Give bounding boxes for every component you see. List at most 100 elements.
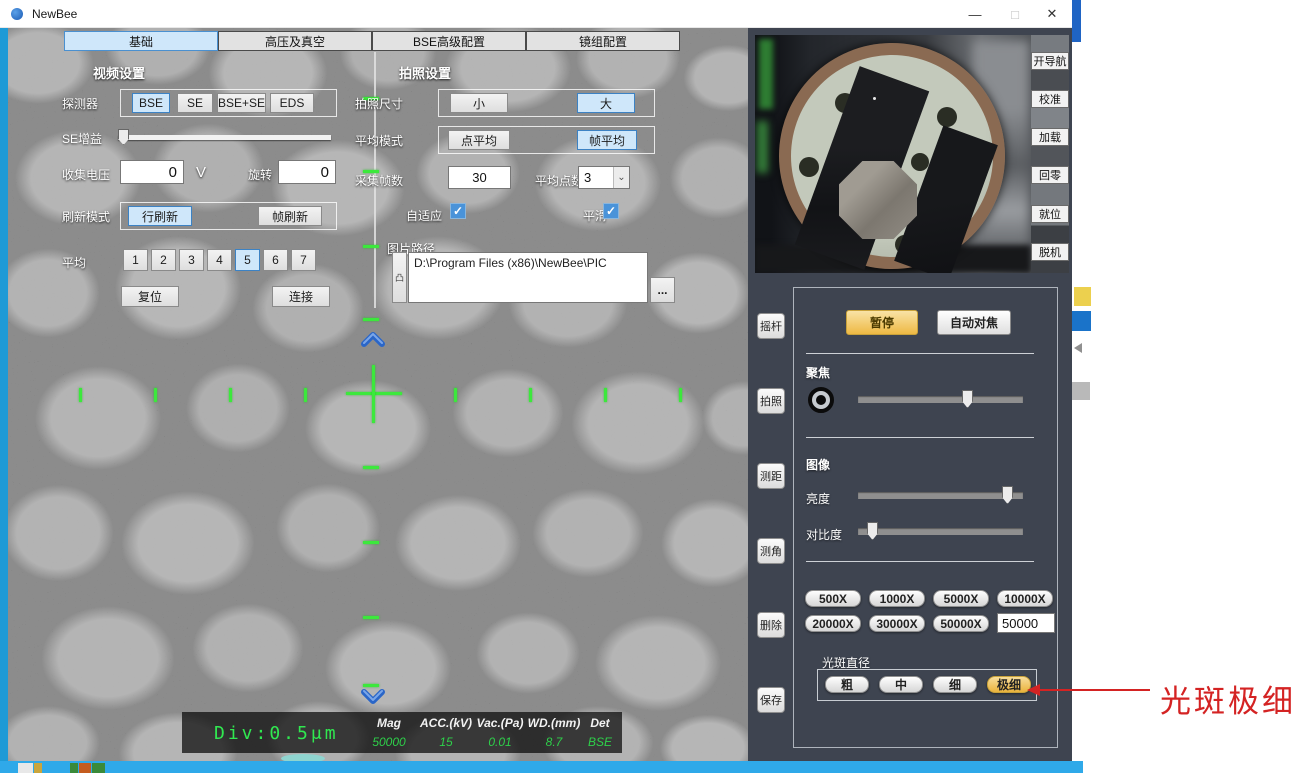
rotation-input[interactable] bbox=[278, 160, 336, 184]
connect-button[interactable]: 连接 bbox=[272, 286, 330, 307]
taskbar-icon[interactable] bbox=[70, 763, 78, 773]
detector-bse-se-button[interactable]: BSE+SE bbox=[217, 93, 266, 113]
capture-button[interactable]: 拍照 bbox=[757, 388, 785, 414]
stage-calibrate-button[interactable]: 校准 bbox=[1031, 90, 1069, 108]
refresh-frame-button[interactable]: 帧刷新 bbox=[258, 206, 322, 226]
reset-button[interactable]: 复位 bbox=[121, 286, 179, 307]
taskbar-icon[interactable] bbox=[79, 763, 91, 773]
focus-slider-thumb[interactable] bbox=[962, 390, 973, 408]
status-col-acc: ACC.(kV) 15 bbox=[418, 716, 474, 749]
mag-input[interactable] bbox=[997, 613, 1055, 633]
delete-button[interactable]: 删除 bbox=[757, 612, 785, 638]
average-3-button[interactable]: 3 bbox=[179, 249, 204, 271]
stage-inplace-button[interactable]: 就位 bbox=[1031, 205, 1069, 223]
taskbar-icon[interactable] bbox=[92, 763, 105, 773]
stage-home-button[interactable]: 回零 bbox=[1031, 166, 1069, 184]
measure-angle-button[interactable]: 测角 bbox=[757, 538, 785, 564]
frames-input[interactable] bbox=[448, 166, 511, 189]
brightness-slider-thumb[interactable] bbox=[1002, 486, 1013, 504]
refresh-line-button[interactable]: 行刷新 bbox=[128, 206, 192, 226]
joystick-button[interactable]: 摇杆 bbox=[757, 313, 785, 339]
mag-10000x-button[interactable]: 10000X bbox=[997, 590, 1053, 607]
points-select[interactable]: 3 ⌄ bbox=[578, 166, 630, 189]
record-icon[interactable] bbox=[808, 387, 834, 413]
contrast-slider-thumb[interactable] bbox=[867, 522, 878, 540]
collect-voltage-field-wrap bbox=[120, 160, 184, 184]
detector-bse-button[interactable]: BSE bbox=[132, 93, 170, 113]
mag-500x-button[interactable]: 500X bbox=[805, 590, 861, 607]
background-window-fragment bbox=[1074, 287, 1091, 306]
mag-1000x-button[interactable]: 1000X bbox=[869, 590, 925, 607]
size-small-button[interactable]: 小 bbox=[450, 93, 508, 113]
measure-dist-button[interactable]: 测距 bbox=[757, 463, 785, 489]
green-cable bbox=[759, 39, 773, 109]
stage-offline-button[interactable]: 脱机 bbox=[1031, 243, 1069, 261]
average-5-button[interactable]: 5 bbox=[235, 249, 260, 271]
reticle-tick bbox=[363, 684, 379, 687]
mag-5000x-button[interactable]: 5000X bbox=[933, 590, 989, 607]
taskbar-icon[interactable] bbox=[34, 763, 42, 773]
size-large-button[interactable]: 大 bbox=[577, 93, 635, 113]
spot-fine-button[interactable]: 细 bbox=[933, 676, 977, 693]
desktop-strip bbox=[0, 28, 8, 761]
avg-mode-label: 平均模式 bbox=[355, 132, 403, 149]
browse-button[interactable]: ... bbox=[650, 277, 675, 303]
adaptive-checkbox[interactable]: ✓ bbox=[450, 203, 466, 219]
tab-hv-vacuum[interactable]: 高压及真空 bbox=[218, 31, 372, 51]
video-settings-title: 视频设置 bbox=[93, 63, 145, 82]
path-field[interactable]: D:\Program Files (x86)\NewBee\PIC bbox=[408, 252, 648, 303]
taskbar-icon[interactable] bbox=[18, 763, 33, 773]
brightness-slider[interactable] bbox=[858, 492, 1023, 499]
tab-bse-advanced[interactable]: BSE高级配置 bbox=[372, 31, 526, 51]
scroll-up-chevron-icon[interactable] bbox=[360, 331, 386, 348]
stage-load-button[interactable]: 加载 bbox=[1031, 128, 1069, 146]
collapse-arrow-icon[interactable] bbox=[1074, 343, 1082, 353]
average-4-button[interactable]: 4 bbox=[207, 249, 232, 271]
average-6-button[interactable]: 6 bbox=[263, 249, 288, 271]
mag-50000x-button[interactable]: 50000X bbox=[933, 615, 989, 632]
reticle-tick bbox=[529, 388, 532, 402]
spot-extrafine-button[interactable]: 极细 bbox=[987, 676, 1031, 693]
autofocus-button[interactable]: 自动对焦 bbox=[937, 310, 1011, 335]
mag-30000x-button[interactable]: 30000X bbox=[869, 615, 925, 632]
focus-slider[interactable] bbox=[858, 396, 1023, 403]
tab-basic[interactable]: 基础 bbox=[64, 31, 218, 51]
save-button[interactable]: 保存 bbox=[757, 687, 785, 713]
green-cable bbox=[757, 121, 768, 173]
taskbar[interactable] bbox=[0, 761, 1083, 773]
spot-coarse-button[interactable]: 粗 bbox=[825, 676, 869, 693]
maximize-button[interactable]: □ bbox=[995, 0, 1035, 28]
avg-frame-button[interactable]: 帧平均 bbox=[577, 130, 637, 150]
detector-eds-button[interactable]: EDS bbox=[270, 93, 314, 113]
sample-stub bbox=[839, 161, 917, 239]
smooth-checkbox[interactable]: ✓ bbox=[603, 203, 619, 219]
stage-nav-button[interactable]: 开导航 bbox=[1031, 52, 1069, 70]
reticle-tick bbox=[363, 245, 379, 248]
sem-viewport[interactable]: 基础 高压及真空 BSE高级配置 镜组配置 视频设置 探测器 BSE SE BS… bbox=[8, 28, 748, 761]
adaptive-label: 自适应 bbox=[406, 207, 442, 224]
screen: NewBee — □ ✕ bbox=[0, 0, 1304, 773]
se-gain-slider[interactable] bbox=[118, 135, 331, 140]
spot-medium-button[interactable]: 中 bbox=[879, 676, 923, 693]
path-pin-icon[interactable]: 凸 bbox=[392, 252, 407, 303]
reticle-tick bbox=[363, 318, 379, 321]
contrast-slider[interactable] bbox=[858, 528, 1023, 535]
close-button[interactable]: ✕ bbox=[1032, 0, 1072, 28]
average-label: 平均 bbox=[62, 254, 86, 271]
minimize-button[interactable]: — bbox=[955, 0, 995, 28]
pause-button[interactable]: 暂停 bbox=[846, 310, 918, 335]
collect-voltage-label: 收集电压 bbox=[62, 166, 110, 183]
average-2-button[interactable]: 2 bbox=[151, 249, 176, 271]
detector-se-button[interactable]: SE bbox=[177, 93, 213, 113]
mag-20000x-button[interactable]: 20000X bbox=[805, 615, 861, 632]
refresh-mode-label: 刷新模式 bbox=[62, 208, 110, 225]
average-7-button[interactable]: 7 bbox=[291, 249, 316, 271]
tab-lens-config[interactable]: 镜组配置 bbox=[526, 31, 680, 51]
dropdown-arrow-icon[interactable]: ⌄ bbox=[613, 167, 629, 188]
scroll-down-chevron-icon[interactable] bbox=[360, 688, 386, 705]
reticle-tick bbox=[454, 388, 457, 402]
collect-voltage-input[interactable] bbox=[120, 160, 184, 184]
avg-point-button[interactable]: 点平均 bbox=[448, 130, 510, 150]
average-1-button[interactable]: 1 bbox=[123, 249, 148, 271]
status-header: Mag bbox=[368, 716, 410, 730]
